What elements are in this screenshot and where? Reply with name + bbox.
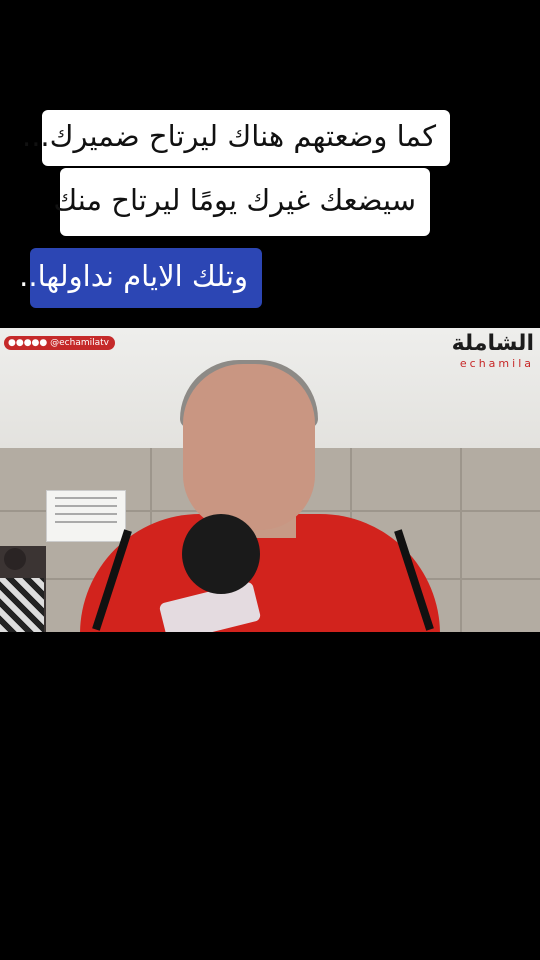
caption-line-2: سيضعك غيرك يومًا ليرتاح منك — [53, 168, 430, 236]
brand-logo: الشاملة echamila — [452, 332, 534, 370]
wall-notice-paper — [46, 490, 126, 542]
social-handle-badge: ●●●●● @echamilatv — [4, 336, 115, 350]
social-icons: ●●●●● — [8, 338, 51, 348]
caption-line-1: كما وضعتهم هناك ليرتاح ضميرك... — [22, 110, 450, 166]
brand-latin: echamila — [459, 357, 534, 370]
caption-line-3: وتلك الايام نداولها.. — [19, 248, 262, 308]
patterned-fabric — [0, 578, 44, 632]
social-handle: @echamilatv — [50, 338, 109, 348]
dark-round-object — [4, 548, 26, 570]
microphone-icon — [182, 514, 260, 594]
video-frame[interactable]: ●●●●● @echamilatv الشاملة echamila — [0, 328, 540, 632]
brand-arabic: الشاملة — [451, 331, 534, 356]
